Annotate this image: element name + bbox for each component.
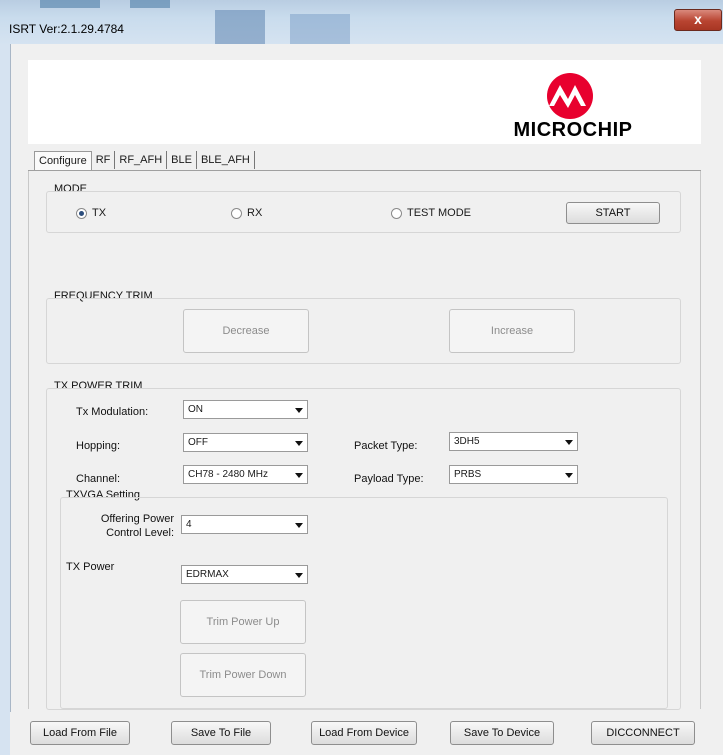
save-to-device-button[interactable]: Save To Device [450,721,554,745]
background-window-tint [290,14,350,44]
save-to-file-button[interactable]: Save To File [171,721,271,745]
hopping-select[interactable]: OFF [183,433,308,452]
chevron-down-icon [295,441,303,446]
channel-label: Channel: [76,473,121,485]
chevron-down-icon [295,523,303,528]
microchip-logo-icon [547,73,593,119]
radio-test-mode-indicator [391,207,402,219]
tab-bar: Configure RF RF_AFH BLE BLE_AFH [34,150,255,170]
frequency-trim-group [46,298,681,364]
radio-tx-indicator [76,207,87,219]
radio-tx[interactable]: TX [76,207,106,219]
payload-type-select[interactable]: PRBS [449,465,578,484]
tab-configure[interactable]: Configure [34,150,92,170]
hopping-value: OFF [188,437,208,448]
microchip-logo: MICROCHIP [498,66,648,146]
background-window-tint [130,0,170,8]
offering-power-label-line2: Control Level: [106,527,174,539]
trim-power-up-button[interactable]: Trim Power Up [180,600,306,644]
radio-rx-label: RX [247,207,263,219]
tx-power-label: TX Power [66,561,115,573]
tab-ble-afh[interactable]: BLE_AFH [197,151,255,169]
packet-type-value: 3DH5 [454,436,480,447]
chevron-down-icon [565,473,573,478]
chevron-down-icon [295,573,303,578]
channel-select[interactable]: CH78 - 2480 MHz [183,465,308,484]
decrease-button[interactable]: Decrease [183,309,309,353]
chevron-down-icon [295,408,303,413]
chevron-down-icon [565,440,573,445]
logo-text: MICROCHIP [513,119,633,141]
radio-rx-indicator [231,207,242,219]
load-from-file-button[interactable]: Load From File [30,721,130,745]
packet-type-select[interactable]: 3DH5 [449,432,578,451]
background-window-tint [40,0,100,8]
tx-modulation-label: Tx Modulation: [76,406,149,418]
radio-tx-label: TX [92,207,107,219]
tab-rf[interactable]: RF [92,151,116,169]
trim-power-down-button[interactable]: Trim Power Down [180,653,306,697]
payload-type-label: Payload Type: [354,473,424,485]
radio-test-mode-label: TEST MODE [407,207,471,219]
radio-rx[interactable]: RX [231,207,262,219]
load-from-device-button[interactable]: Load From Device [311,721,417,745]
tab-rf-afh[interactable]: RF_AFH [115,151,168,169]
tx-power-select[interactable]: EDRMAX [181,565,308,584]
background-window-tint [215,10,265,44]
offering-power-label-line1: Offering Power [100,513,174,525]
window-border [0,44,10,755]
payload-type-value: PRBS [454,469,482,480]
tab-ble[interactable]: BLE [167,151,197,169]
disconnect-button[interactable]: DICCONNECT [591,721,695,745]
chevron-down-icon [295,473,303,478]
tx-modulation-value: ON [188,404,203,415]
close-button[interactable]: x [674,9,722,31]
tx-modulation-select[interactable]: ON [183,400,308,419]
increase-button[interactable]: Increase [449,309,575,353]
title-bar: ISRT Ver:2.1.29.4784 x [0,0,723,44]
offering-power-value: 4 [186,519,192,530]
radio-test-mode[interactable]: TEST MODE [391,207,471,219]
window-title: ISRT Ver:2.1.29.4784 [9,22,124,36]
tx-power-value: EDRMAX [186,569,229,580]
start-button[interactable]: START [566,202,660,224]
offering-power-select[interactable]: 4 [181,515,308,534]
hopping-label: Hopping: [76,440,121,452]
channel-value: CH78 - 2480 MHz [188,469,269,480]
packet-type-label: Packet Type: [354,440,418,452]
